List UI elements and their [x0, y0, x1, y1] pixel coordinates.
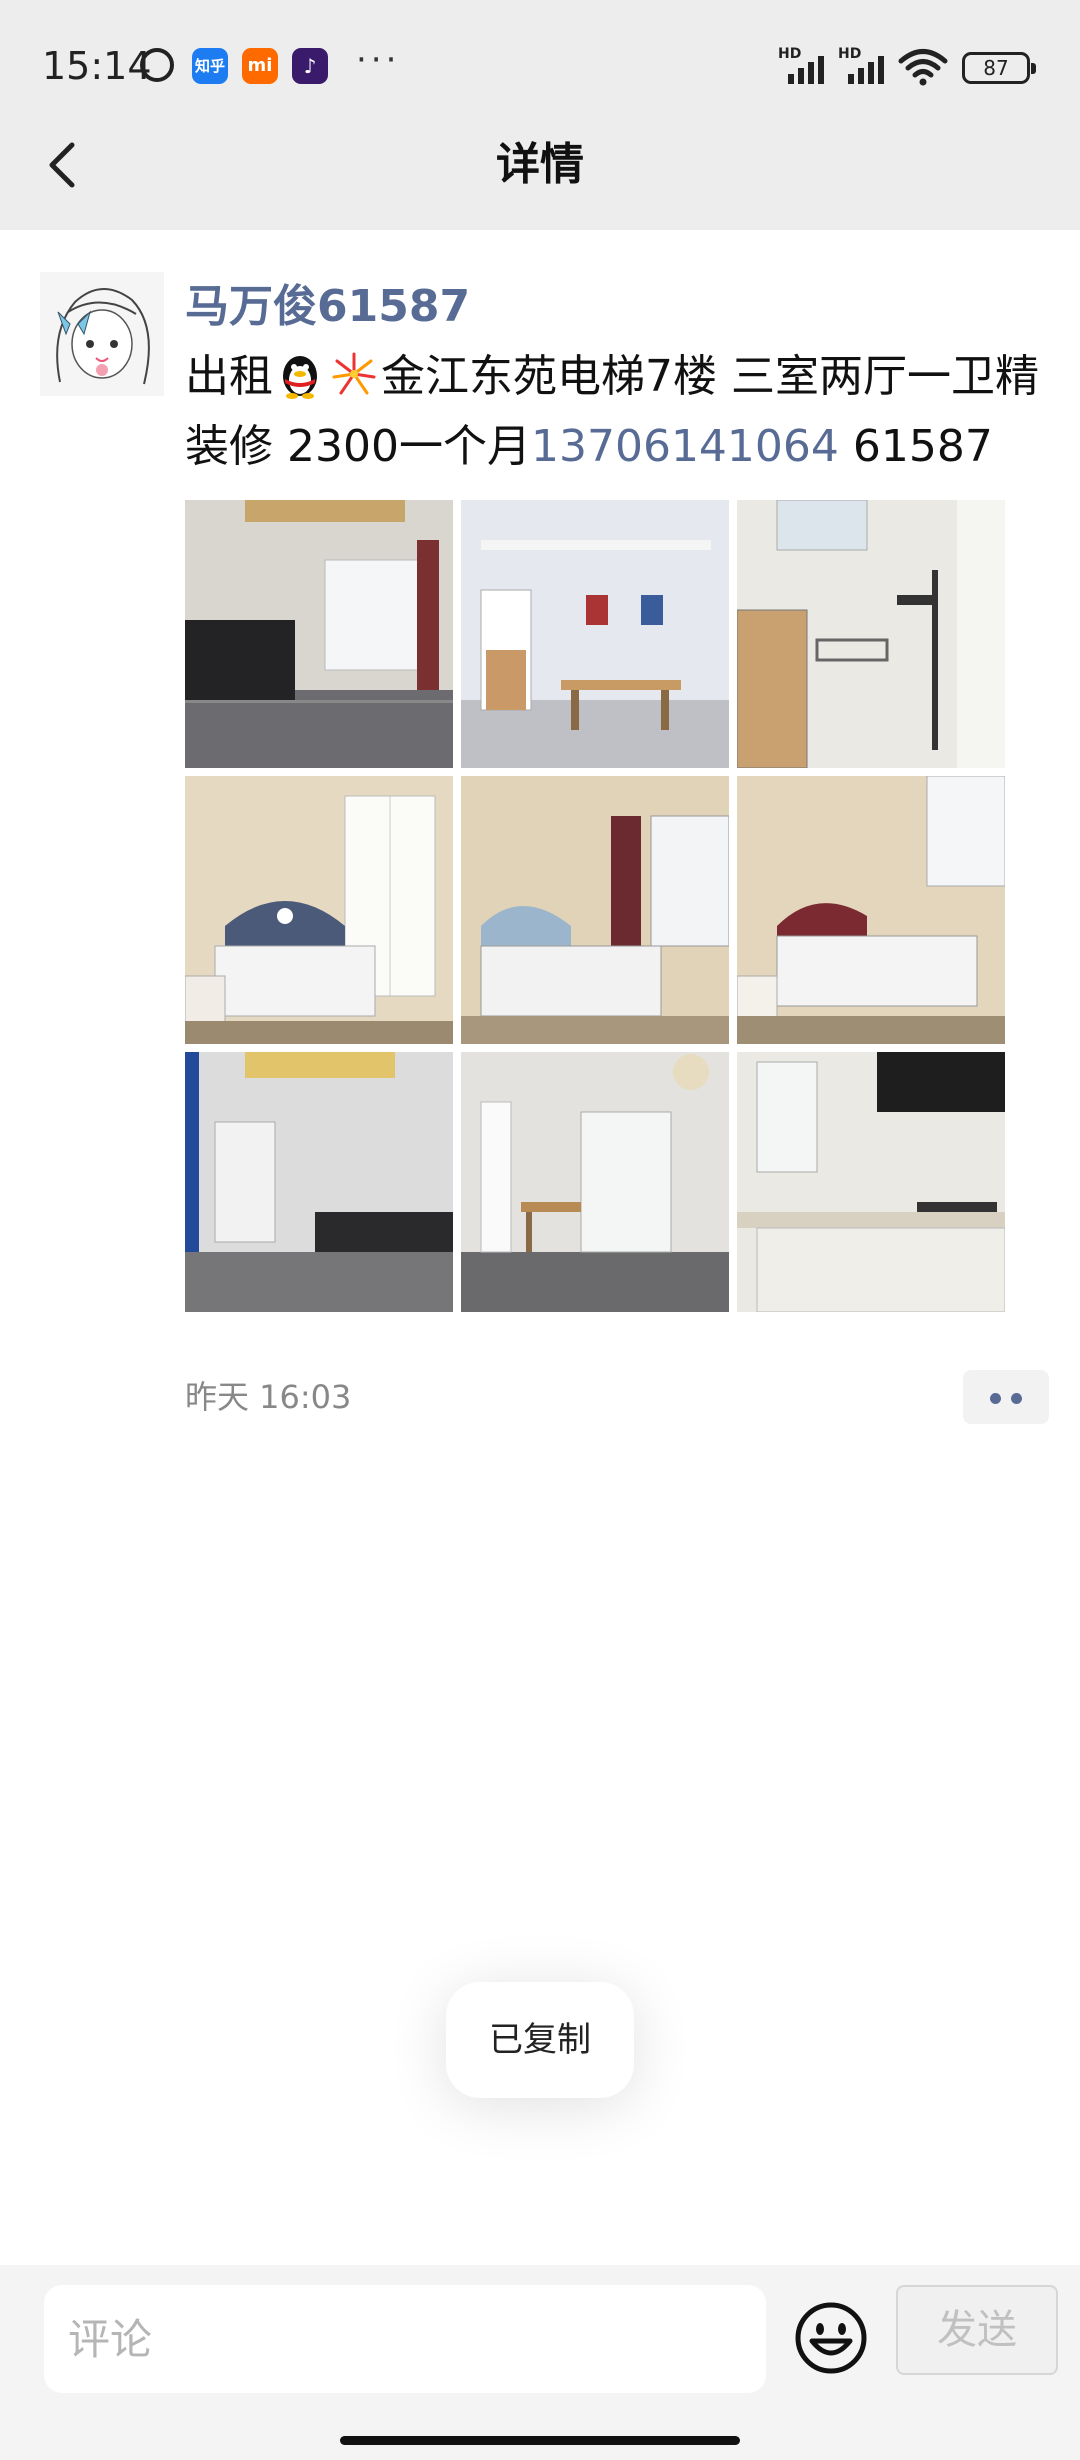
signal-icon-2: HD	[838, 46, 894, 84]
photo-bedroom-wardrobe[interactable]	[185, 776, 453, 1044]
status-bar: 15:14 知乎 mi ♪ ··· HD HD 87	[0, 0, 1080, 135]
penguin-emoji-icon	[283, 356, 317, 399]
zhihu-app-icon: 知乎	[192, 48, 228, 84]
battery-icon: 87	[962, 52, 1036, 84]
avatar[interactable]	[40, 272, 164, 396]
alarm-icon	[140, 48, 174, 82]
dot-icon	[990, 1393, 1001, 1404]
top-bar: 15:14 知乎 mi ♪ ··· HD HD 87 详情	[0, 0, 1080, 230]
dot-icon	[1011, 1393, 1022, 1404]
photo-bathroom[interactable]	[737, 500, 1005, 768]
signal-icon-1: HD	[778, 46, 834, 84]
photo-bedroom-red-bed[interactable]	[737, 776, 1005, 1044]
post-content: 出租 金江东苑电梯7楼 三室两厅一卫精装修 2300一个月13706141064…	[185, 342, 1065, 482]
home-indicator[interactable]	[340, 2436, 740, 2445]
photo-kitchen[interactable]	[737, 1052, 1005, 1312]
avatar-illustration	[40, 272, 164, 396]
comment-bar: 发送	[0, 2265, 1080, 2460]
mi-app-icon: mi	[242, 48, 278, 84]
post-text-part1: 出租	[185, 351, 273, 402]
more-actions-button[interactable]	[963, 1370, 1049, 1424]
more-notifications-icon: ···	[356, 40, 401, 80]
photo-bedroom-window[interactable]	[461, 776, 729, 1044]
phone-link[interactable]: 13706141064	[531, 421, 839, 472]
fireworks-emoji-icon	[332, 352, 376, 395]
wifi-icon	[898, 49, 948, 86]
photo-dining-balcony[interactable]	[461, 1052, 729, 1312]
copied-toast: 已复制	[446, 1982, 634, 2098]
post-time: 昨天 16:03	[185, 1378, 352, 1416]
tiktok-app-icon: ♪	[292, 48, 328, 84]
photo-dining-area[interactable]	[461, 500, 729, 768]
smiley-icon	[795, 2302, 867, 2374]
status-time: 15:14	[42, 44, 152, 88]
photo-living-room[interactable]	[185, 500, 453, 768]
post-text-part3: 61587	[838, 421, 993, 472]
page-title: 详情	[496, 139, 584, 190]
emoji-button[interactable]	[794, 2301, 868, 2375]
author-name[interactable]: 马万俊61587	[185, 270, 470, 334]
comment-input[interactable]	[44, 2285, 766, 2393]
photo-living-room-sofa[interactable]	[185, 1052, 453, 1312]
send-button[interactable]: 发送	[896, 2285, 1058, 2375]
